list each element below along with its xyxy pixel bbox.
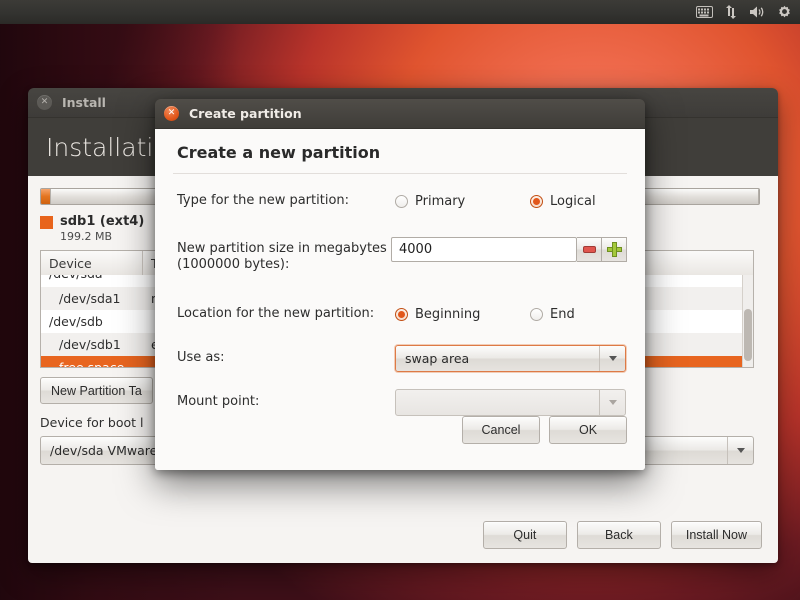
- radio-button-selected-icon[interactable]: [530, 194, 543, 208]
- minus-icon[interactable]: [577, 237, 602, 262]
- column-header-device[interactable]: Device: [41, 251, 143, 275]
- dialog-actions: Cancel OK: [462, 416, 627, 444]
- mount-point-label: Mount point:: [177, 394, 260, 410]
- usage-segment: [51, 189, 161, 204]
- plus-icon[interactable]: [602, 237, 627, 262]
- network-indicator-icon[interactable]: [724, 0, 738, 24]
- installer-window-title: Install: [62, 95, 106, 110]
- back-button[interactable]: Back: [576, 521, 661, 549]
- divider: [173, 173, 627, 174]
- legend-partition-size: 199.2 MB: [60, 230, 113, 243]
- partition-size-label: New partition size in megabytes (1000000…: [177, 241, 387, 273]
- use-as-label: Use as:: [177, 350, 225, 366]
- radio-logical-label: Logical: [550, 193, 596, 209]
- install-now-button[interactable]: Install Now: [670, 521, 762, 549]
- new-partition-table-button[interactable]: New Partition Ta: [40, 377, 153, 404]
- legend-color-swatch: [40, 216, 53, 229]
- partition-size-row: New partition size in megabytes (1000000…: [173, 237, 627, 274]
- cell-device: /dev/sda1: [59, 291, 121, 306]
- size-input[interactable]: 4000: [391, 237, 577, 262]
- dialog-titlebar: ✕ Create partition: [155, 99, 645, 129]
- partition-type-label: Type for the new partition:: [177, 192, 350, 208]
- radio-logical[interactable]: Logical: [530, 194, 596, 209]
- radio-button-selected-icon[interactable]: [395, 308, 408, 321]
- dialog-window-title: Create partition: [189, 106, 302, 121]
- page-title: Installatio: [46, 132, 169, 162]
- dialog-heading: Create a new partition: [177, 143, 381, 162]
- partition-type-row: Type for the new partition: Primary Logi…: [173, 186, 627, 216]
- chevron-down-icon[interactable]: [599, 346, 625, 371]
- partition-location-label: Location for the new partition:: [177, 306, 375, 322]
- keyboard-indicator-icon[interactable]: [696, 0, 713, 24]
- radio-button-icon[interactable]: [530, 308, 543, 321]
- radio-primary-label: Primary: [415, 193, 466, 209]
- radio-beginning[interactable]: Beginning: [395, 307, 530, 322]
- radio-end[interactable]: End: [530, 307, 575, 322]
- dialog-body: Create a new partition Type for the new …: [155, 129, 645, 470]
- legend-partition-name: sdb1 (ext4): [60, 214, 145, 229]
- chevron-down-icon[interactable]: [727, 437, 753, 464]
- use-as-row: Use as: swap area: [173, 344, 627, 374]
- top-panel: [0, 0, 800, 24]
- usage-segment: [641, 189, 759, 204]
- use-as-select[interactable]: swap area: [395, 345, 626, 372]
- scrollbar-thumb[interactable]: [744, 309, 752, 361]
- close-icon[interactable]: ✕: [37, 95, 52, 110]
- usage-segment-used: [41, 189, 51, 204]
- cell-device: /dev/sdb1: [59, 337, 121, 352]
- radio-button-icon[interactable]: [395, 194, 408, 208]
- installer-footer: Quit Back Install Now: [28, 507, 778, 563]
- chevron-down-icon: [599, 390, 625, 415]
- quit-button[interactable]: Quit: [482, 521, 567, 549]
- table-scrollbar[interactable]: [742, 275, 753, 367]
- mount-point-row: Mount point:: [173, 388, 627, 418]
- mount-point-select: [395, 389, 626, 416]
- ok-button[interactable]: OK: [549, 416, 627, 444]
- partition-location-row: Location for the new partition: Beginnin…: [173, 300, 627, 330]
- radio-primary[interactable]: Primary: [395, 194, 530, 209]
- radio-end-label: End: [550, 307, 575, 322]
- close-icon[interactable]: ✕: [164, 106, 179, 121]
- create-partition-dialog[interactable]: ✕ Create partition Create a new partitio…: [155, 99, 645, 470]
- session-indicator-gear-icon[interactable]: [777, 0, 792, 24]
- cell-device: /dev/sda: [41, 275, 143, 281]
- partition-size-spinner[interactable]: 4000: [391, 237, 627, 262]
- cancel-button[interactable]: Cancel: [462, 416, 540, 444]
- cell-device: free space: [59, 360, 125, 368]
- radio-beginning-label: Beginning: [415, 307, 481, 322]
- use-as-value: swap area: [405, 351, 470, 366]
- volume-indicator-icon[interactable]: [749, 0, 766, 24]
- cell-device: /dev/sdb: [49, 314, 103, 329]
